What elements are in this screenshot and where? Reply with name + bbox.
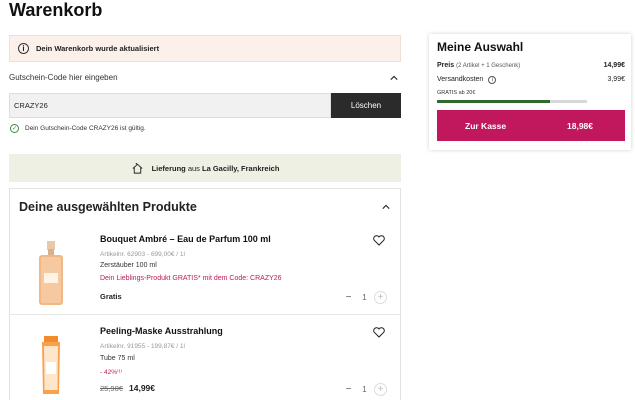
update-banner: i Dein Warenkorb wurde aktualisiert (9, 35, 401, 62)
plus-button[interactable]: + (373, 383, 387, 396)
quantity-stepper: − 1 + (342, 383, 387, 396)
products-panel: Deine ausgewählten Produkte Bouquet Ambr… (9, 188, 401, 400)
coupon-valid-message: ✓ Dein Gutschein-Code CRAZY26 ist gültig… (10, 124, 146, 133)
shipping-label: Versandkosten (437, 76, 484, 83)
discount-badge: - 42%⁽¹⁾ (100, 369, 123, 376)
info-icon[interactable]: i (488, 76, 497, 84)
quantity-value: 1 (362, 293, 367, 302)
price-label: Preis (437, 62, 455, 69)
heart-icon[interactable] (373, 235, 385, 246)
order-summary: Meine Auswahl Preis (2 Artikel + 1 Gesch… (429, 34, 631, 150)
product-size: Tube 75 ml (100, 355, 135, 362)
product-size: Zerstäuber 100 ml (100, 262, 157, 269)
checkout-button[interactable]: Zur Kasse 18,98€ (437, 110, 625, 141)
chevron-up-icon[interactable] (390, 74, 398, 82)
product-name[interactable]: Peeling-Maske Ausstrahlung (100, 326, 223, 336)
product-price: 14,99€ (129, 383, 155, 393)
product-divider (10, 314, 400, 315)
product-article: Artikelnr. 62903 - 699,00€ / 1l (100, 251, 185, 258)
shipping-value: 3,99€ (607, 76, 625, 83)
delivery-prefix: Lieferung (151, 163, 186, 173)
house-icon (132, 162, 143, 174)
old-price: 25,90€ (100, 384, 123, 393)
checkout-total: 18,98€ (567, 120, 593, 131)
checkout-label: Zur Kasse (465, 120, 507, 131)
products-title: Deine ausgewählten Produkte (19, 200, 197, 214)
free-shipping-progress (437, 100, 587, 103)
product-price: Gratis (100, 292, 122, 301)
perfume-bottle-image (39, 241, 63, 305)
coupon-label: Gutschein-Code hier eingeben (9, 73, 118, 82)
minus-button[interactable]: − (342, 291, 355, 304)
page-title: Warenkorb (9, 0, 103, 20)
price-value: 14,99€ (603, 62, 625, 69)
delivery-location: La Gacilly, Frankreich (202, 163, 280, 173)
summary-price-row: Preis (2 Artikel + 1 Geschenk) 14,99€ (437, 62, 625, 69)
plus-button[interactable]: + (373, 291, 387, 304)
progress-fill (437, 100, 550, 103)
minus-button[interactable]: − (342, 383, 355, 396)
delivery-middle: aus (187, 163, 200, 173)
product-name[interactable]: Bouquet Ambré – Eau de Parfum 100 ml (100, 234, 271, 244)
chevron-up-icon[interactable] (382, 203, 390, 211)
delivery-info: Lieferung aus La Gacilly, Frankreich (9, 154, 401, 182)
tube-image (42, 336, 60, 394)
summary-shipping-row: Versandkosten i 3,99€ (437, 76, 625, 84)
delete-coupon-button[interactable]: Löschen (331, 93, 401, 118)
banner-text: Dein Warenkorb wurde aktualisiert (36, 44, 160, 53)
quantity-value: 1 (362, 385, 367, 394)
quantity-stepper: − 1 + (342, 291, 387, 304)
info-icon: i (18, 43, 29, 54)
product-promo: Dein Lieblings-Produkt GRATIS* mit dem C… (100, 275, 282, 282)
check-circle-icon: ✓ (10, 124, 19, 133)
coupon-valid-text: Dein Gutschein-Code CRAZY26 ist gültig. (25, 125, 146, 132)
free-shipping-note: GRATIS ab 20€ (437, 90, 476, 96)
product-article: Artikelnr. 91955 - 199,87€ / 1l (100, 343, 185, 350)
price-detail: (2 Artikel + 1 Geschenk) (456, 63, 521, 69)
coupon-input[interactable] (9, 93, 331, 118)
summary-title: Meine Auswahl (437, 40, 524, 54)
heart-icon[interactable] (373, 327, 385, 338)
